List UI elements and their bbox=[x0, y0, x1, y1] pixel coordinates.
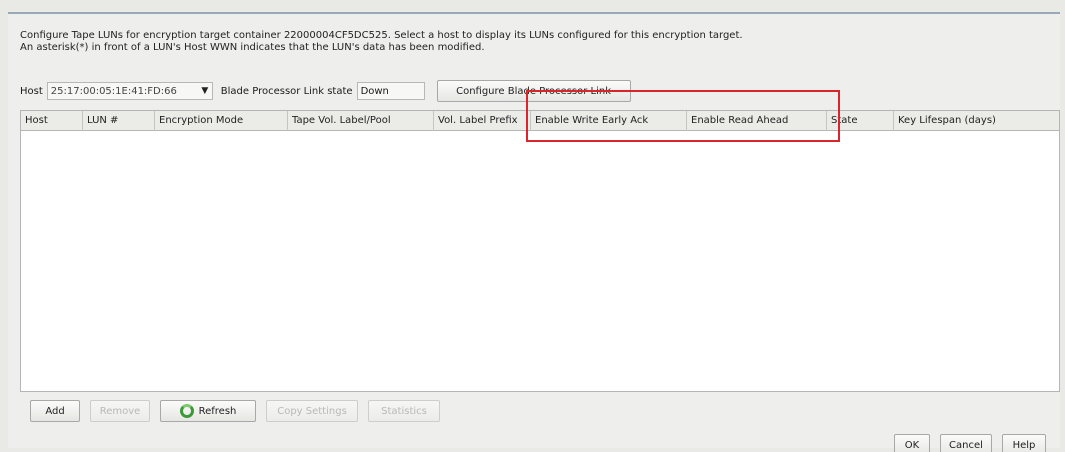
add-button[interactable]: Add bbox=[30, 400, 80, 422]
column-header-tape-vol-label-pool[interactable]: Tape Vol. Label/Pool bbox=[288, 111, 434, 131]
link-state-label: Blade Processor Link state bbox=[220, 85, 353, 97]
host-row: Host 25:17:00:05:1E:41:FD:66 ▼ Blade Pro… bbox=[20, 80, 631, 102]
description-line-1: Configure Tape LUNs for encryption targe… bbox=[20, 30, 743, 41]
link-state-value: Down bbox=[360, 85, 389, 97]
cancel-button[interactable]: Cancel bbox=[940, 434, 992, 452]
refresh-icon bbox=[179, 404, 194, 418]
ok-button[interactable]: OK bbox=[894, 434, 930, 452]
configure-blade-processor-link-button[interactable]: Configure Blade Processor Link bbox=[436, 80, 631, 102]
host-label: Host bbox=[20, 85, 43, 97]
help-button[interactable]: Help bbox=[1002, 434, 1046, 452]
column-header-encryption-mode[interactable]: Encryption Mode bbox=[155, 111, 288, 131]
description-line-2: An asterisk(*) in front of a LUN's Host … bbox=[20, 42, 485, 53]
refresh-button[interactable]: Refresh bbox=[160, 400, 256, 422]
configure-tape-luns-dialog: Configure Tape LUNs for encryption targe… bbox=[8, 12, 1060, 452]
table-body[interactable] bbox=[21, 131, 1059, 391]
dropdown-arrow-icon[interactable]: ▼ bbox=[198, 86, 212, 96]
column-header-vol-label-prefix[interactable]: Vol. Label Prefix bbox=[434, 111, 531, 131]
remove-button[interactable]: Remove bbox=[90, 400, 150, 422]
host-select-value: 25:17:00:05:1E:41:FD:66 bbox=[50, 85, 177, 97]
link-state-field: Down bbox=[356, 82, 425, 100]
table-actions: Add Remove Refresh Copy Settings Statist… bbox=[30, 400, 440, 422]
column-header-key-lifespan[interactable]: Key Lifespan (days) bbox=[894, 111, 1059, 131]
column-header-state[interactable]: State bbox=[827, 111, 894, 131]
luns-table[interactable]: Host LUN # Encryption Mode Tape Vol. Lab… bbox=[20, 110, 1060, 392]
statistics-button[interactable]: Statistics bbox=[368, 400, 440, 422]
column-header-enable-read-ahead[interactable]: Enable Read Ahead bbox=[687, 111, 827, 131]
column-header-enable-write-early-ack[interactable]: Enable Write Early Ack bbox=[531, 111, 687, 131]
refresh-button-label: Refresh bbox=[198, 405, 237, 417]
copy-settings-button[interactable]: Copy Settings bbox=[266, 400, 358, 422]
description: Configure Tape LUNs for encryption targe… bbox=[20, 30, 743, 54]
dialog-footer: OK Cancel Help bbox=[894, 434, 1046, 452]
host-select[interactable]: 25:17:00:05:1E:41:FD:66 ▼ bbox=[46, 82, 213, 100]
column-header-lun[interactable]: LUN # bbox=[83, 111, 155, 131]
column-header-host[interactable]: Host bbox=[21, 111, 83, 131]
table-header: Host LUN # Encryption Mode Tape Vol. Lab… bbox=[21, 111, 1059, 131]
